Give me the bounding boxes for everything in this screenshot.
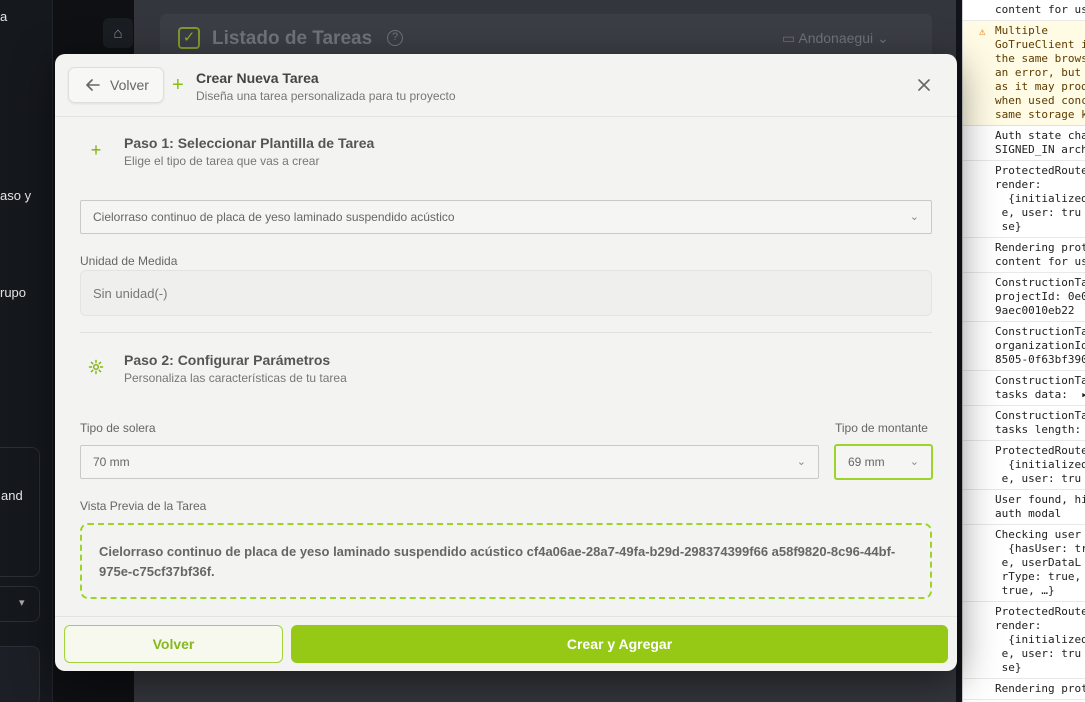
create-and-add-button[interactable]: Crear y Agregar <box>291 625 948 663</box>
console-text: ConstructionTa projectId: 0e0 9aec0010eb… <box>995 276 1085 317</box>
plus-icon: + <box>172 74 184 96</box>
organization-selector[interactable]: ▭ Andonaegui ⌄ <box>782 30 889 47</box>
sidebar-fragment: a <box>0 9 8 24</box>
console-text: Checking user {hasUser: tr e, userDataL … <box>995 528 1085 597</box>
chevron-down-icon: ▾ <box>19 597 25 609</box>
console-text: Auth state cha SIGNED_IN arch <box>995 129 1085 156</box>
help-icon[interactable]: ? <box>387 30 403 46</box>
chevron-down-icon: ⌄ <box>909 456 919 468</box>
folder-icon: ▭ <box>782 30 796 46</box>
console-text: ProtectedRoute render: {initialized e, u… <box>995 605 1085 674</box>
page-title: Listado de Tareas <box>212 28 373 49</box>
sidebar-fragment: rupo <box>0 285 27 300</box>
divider <box>80 332 932 333</box>
footer-back-button[interactable]: Volver <box>64 625 283 663</box>
console-warning: ⚠ Multiple GoTrueClient i the same brows … <box>963 21 1085 126</box>
console-log-line: Rendering prot <box>963 679 1085 700</box>
step2-title: Paso 2: Configurar Parámetros <box>124 352 331 368</box>
step2-subtitle: Personaliza las características de tu ta… <box>124 371 347 385</box>
devtools-console: content for us ⚠ Multiple GoTrueClient i t… <box>962 0 1085 702</box>
console-text: ProtectedRoute {initialized e, user: tru <box>995 444 1085 485</box>
console-text: ProtectedRoute render: {initialized e, u… <box>995 164 1085 233</box>
left-sidebar: a aso y rupo and ▾ <box>0 0 52 702</box>
unit-label: Unidad de Medida <box>80 254 178 268</box>
modal-header: Volver + Crear Nueva Tarea Diseña una ta… <box>55 54 957 117</box>
console-log-line: ProtectedRoute render: {initialized e, u… <box>963 161 1085 238</box>
sidebar-dropdown[interactable]: ▾ <box>0 586 40 622</box>
task-template-value: Cielorraso continuo de placa de yeso lam… <box>93 210 455 224</box>
solera-label: Tipo de solera <box>80 421 156 435</box>
modal-footer: Volver Crear y Agregar <box>55 616 957 671</box>
console-log-line: ConstructionTa projectId: 0e0 9aec0010eb… <box>963 273 1085 322</box>
console-text: Multiple GoTrueClient i the same brows a… <box>995 24 1085 121</box>
unit-value: Sin unidad(-) <box>93 285 168 301</box>
organization-name: Andonaegui <box>798 30 874 46</box>
step1-title: Paso 1: Seleccionar Plantilla de Tarea <box>124 135 375 151</box>
console-text: ConstructionTa organizationId 8505-0f63b… <box>995 325 1085 366</box>
console-log-line: ConstructionTa tasks length: <box>963 406 1085 441</box>
close-icon[interactable] <box>915 76 933 94</box>
modal-subtitle: Diseña una tarea personalizada para tu p… <box>196 89 456 103</box>
console-log-line: ConstructionTa tasks data: ▸ <box>963 371 1085 406</box>
task-preview-text: Cielorraso continuo de placa de yeso lam… <box>99 544 896 579</box>
console-text: ConstructionTa tasks length: <box>995 409 1085 436</box>
sidebar-footer-card <box>0 646 40 702</box>
sidebar-fragment: and <box>1 488 23 503</box>
back-button-label: Volver <box>110 77 149 93</box>
montante-select[interactable]: 69 mm ⌄ <box>834 444 933 480</box>
sidebar-fragment: aso y <box>0 188 32 203</box>
plus-icon: + <box>90 140 102 160</box>
unit-field: Sin unidad(-) <box>80 270 932 316</box>
montante-value: 69 mm <box>848 455 885 469</box>
preview-label: Vista Previa de la Tarea <box>80 499 207 513</box>
console-log-line: Rendering prot content for us <box>963 238 1085 273</box>
create-and-add-label: Crear y Agregar <box>566 636 673 652</box>
console-log-line: ConstructionTa organizationId 8505-0f63b… <box>963 322 1085 371</box>
chevron-down-icon: ⌄ <box>909 211 919 223</box>
console-log-line: ProtectedRoute {initialized e, user: tru <box>963 441 1085 490</box>
checkbox-icon: ✓ <box>178 27 200 49</box>
solera-select[interactable]: 70 mm ⌄ <box>80 445 819 479</box>
task-preview: Cielorraso continuo de placa de yeso lam… <box>80 523 932 599</box>
console-text: Rendering prot <box>995 682 1085 695</box>
chevron-down-icon: ⌄ <box>877 30 889 46</box>
console-log-line: Checking user {hasUser: tr e, userDataL … <box>963 525 1085 602</box>
task-template-select[interactable]: Cielorraso continuo de placa de yeso lam… <box>80 200 932 234</box>
console-log-line: User found, hi auth modal <box>963 490 1085 525</box>
sidebar-card: and <box>0 447 40 577</box>
console-text: content for us <box>995 3 1085 16</box>
console-log-line: ProtectedRoute render: {initialized e, u… <box>963 602 1085 679</box>
console-text: Rendering prot content for us <box>995 241 1085 268</box>
modal-title: Crear Nueva Tarea <box>196 70 319 86</box>
back-button[interactable]: Volver <box>68 67 164 103</box>
create-task-modal: Volver + Crear Nueva Tarea Diseña una ta… <box>55 54 957 671</box>
console-text: ConstructionTa tasks data: ▸ <box>995 374 1085 401</box>
home-icon[interactable]: ⌂ <box>103 18 133 48</box>
console-log-line: content for us <box>963 0 1085 21</box>
settings-icon <box>87 359 105 377</box>
arrow-left-icon <box>86 79 100 91</box>
montante-label: Tipo de montante <box>835 421 928 435</box>
console-text: User found, hi auth modal <box>995 493 1085 520</box>
solera-value: 70 mm <box>93 455 130 469</box>
warning-icon: ⚠ <box>979 25 986 38</box>
footer-back-label: Volver <box>152 636 195 652</box>
console-log-line: Auth state cha SIGNED_IN arch <box>963 126 1085 161</box>
chevron-down-icon: ⌄ <box>796 456 806 468</box>
step1-subtitle: Elige el tipo de tarea que vas a crear <box>124 154 320 168</box>
